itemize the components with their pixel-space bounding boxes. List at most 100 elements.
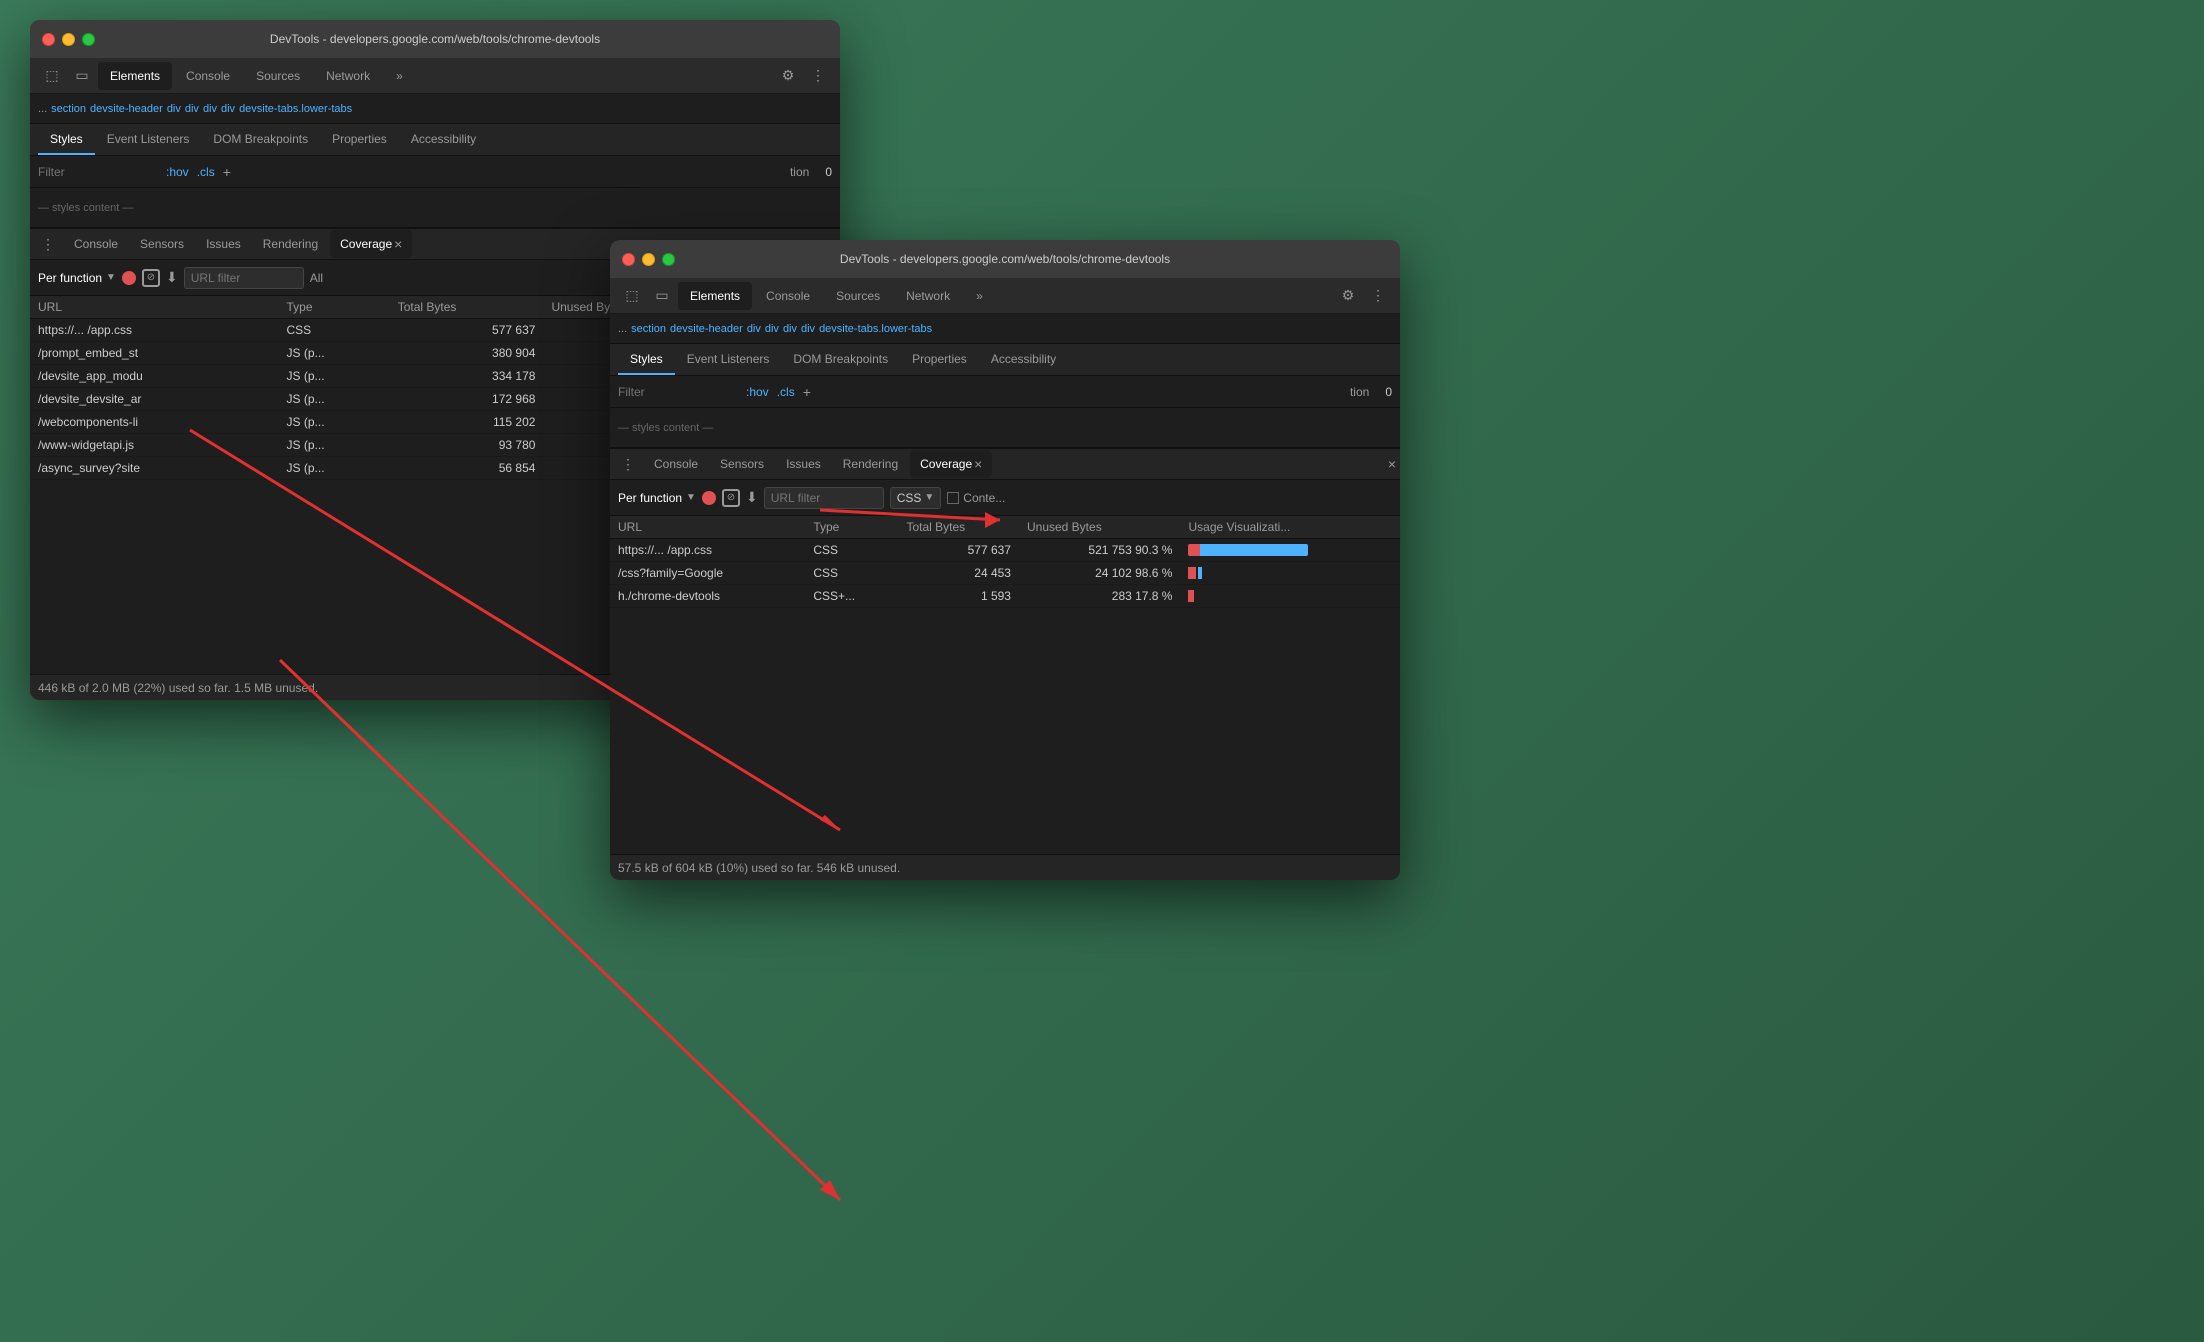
bc-div1-1[interactable]: div	[167, 103, 181, 115]
record-button-2[interactable]	[702, 491, 716, 505]
table-row[interactable]: h./chrome-devtools CSS+... 1 593 283 17.…	[610, 585, 1400, 608]
settings-icon-1[interactable]: ⚙	[774, 62, 802, 90]
sub-tab-styles-2[interactable]: Styles	[618, 345, 675, 375]
coverage-close-icon-2[interactable]: ×	[974, 456, 982, 472]
inspector-icon-2[interactable]: ⬚	[618, 282, 646, 310]
inspector-icon-1[interactable]: ⬚	[38, 62, 66, 90]
bottom-tab-rendering-1[interactable]: Rendering	[253, 230, 328, 258]
close-button-1[interactable]	[42, 33, 55, 46]
bc-div4-1[interactable]: div	[221, 103, 235, 115]
sub-tab-eventlisteners-1[interactable]: Event Listeners	[95, 125, 202, 155]
filter-input-2[interactable]	[618, 385, 738, 399]
block-button-2[interactable]: ⊘	[722, 489, 740, 507]
bc-devsite-header-2[interactable]: devsite-header	[670, 323, 743, 335]
tab-console-2[interactable]: Console	[754, 282, 822, 310]
table-row[interactable]: https://... /app.css CSS 577 637 521 753…	[610, 539, 1400, 562]
block-button-1[interactable]: ⊘	[142, 269, 160, 287]
bottom-tab-issues-2[interactable]: Issues	[776, 450, 831, 478]
per-function-button-1[interactable]: Per function ▼	[38, 271, 116, 285]
cls-button-2[interactable]: .cls	[777, 385, 795, 399]
sub-tab-accessibility-2[interactable]: Accessibility	[979, 345, 1068, 375]
sub-tab-bar-1: Styles Event Listeners DOM Breakpoints P…	[30, 124, 840, 156]
tab-more-1[interactable]: »	[384, 62, 415, 90]
tab-console-1[interactable]: Console	[174, 62, 242, 90]
col-type-2[interactable]: Type	[805, 516, 898, 539]
bc-div4-2[interactable]: div	[801, 323, 815, 335]
col-total-2[interactable]: Total Bytes	[898, 516, 1019, 539]
col-type-1[interactable]: Type	[279, 296, 390, 319]
url-filter-input-1[interactable]	[184, 267, 304, 289]
more-icon-2[interactable]: ⋮	[1364, 282, 1392, 310]
col-unused-2[interactable]: Unused Bytes	[1019, 516, 1181, 539]
sub-tab-accessibility-1[interactable]: Accessibility	[399, 125, 488, 155]
bc-div2-1[interactable]: div	[185, 103, 199, 115]
record-button-1[interactable]	[122, 271, 136, 285]
mobile-icon-2[interactable]: ▭	[648, 282, 676, 310]
hov-button-2[interactable]: :hov	[746, 385, 769, 399]
tab-network-2[interactable]: Network	[894, 282, 962, 310]
bottom-tab-sensors-2[interactable]: Sensors	[710, 450, 774, 478]
status-text-2: 57.5 kB of 604 kB (10%) used so far. 546…	[618, 861, 900, 875]
status-text-1: 446 kB of 2.0 MB (22%) used so far. 1.5 …	[38, 681, 318, 695]
close-button-2[interactable]	[622, 253, 635, 266]
bc-div3-2[interactable]: div	[783, 323, 797, 335]
bc-div1-2[interactable]: div	[747, 323, 761, 335]
tab-elements-1[interactable]: Elements	[98, 62, 172, 90]
sub-tab-eventlisteners-2[interactable]: Event Listeners	[675, 345, 782, 375]
bottom-tab-console-2[interactable]: Console	[644, 450, 708, 478]
mobile-icon-1[interactable]: ▭	[68, 62, 96, 90]
bc-devsite-tabs-1[interactable]: devsite-tabs.lower-tabs	[239, 103, 352, 115]
bottom-tab-console-1[interactable]: Console	[64, 230, 128, 258]
traffic-lights-2	[622, 253, 675, 266]
maximize-button-2[interactable]	[662, 253, 675, 266]
tab-network-1[interactable]: Network	[314, 62, 382, 90]
bc-devsite-header-1[interactable]: devsite-header	[90, 103, 163, 115]
bottom-tab-sensors-1[interactable]: Sensors	[130, 230, 194, 258]
tab-sources-1[interactable]: Sources	[244, 62, 312, 90]
filter-input-1[interactable]	[38, 165, 158, 179]
plus-button-2[interactable]: +	[803, 384, 811, 400]
hov-button-1[interactable]: :hov	[166, 165, 189, 179]
css-dropdown-2[interactable]: CSS ▼	[890, 487, 942, 509]
panel-close-icon-2[interactable]: ×	[1388, 456, 1396, 472]
table-row[interactable]: /css?family=Google CSS 24 453 24 102 98.…	[610, 562, 1400, 585]
col-usage-2[interactable]: Usage Visualizati...	[1180, 516, 1400, 539]
cls-button-1[interactable]: .cls	[197, 165, 215, 179]
content-checkbox-2[interactable]: Conte...	[947, 491, 1005, 505]
col-url-1[interactable]: URL	[30, 296, 279, 319]
sub-tab-properties-2[interactable]: Properties	[900, 345, 979, 375]
sub-tab-bar-2: Styles Event Listeners DOM Breakpoints P…	[610, 344, 1400, 376]
bc-section-2[interactable]: section	[631, 323, 666, 335]
tab-elements-2[interactable]: Elements	[678, 282, 752, 310]
bottom-tab-issues-1[interactable]: Issues	[196, 230, 251, 258]
tab-more-2[interactable]: »	[964, 282, 995, 310]
bc-section-1[interactable]: section	[51, 103, 86, 115]
col-url-2[interactable]: URL	[610, 516, 805, 539]
bc-div2-2[interactable]: div	[765, 323, 779, 335]
more-icon-1[interactable]: ⋮	[804, 62, 832, 90]
settings-icon-2[interactable]: ⚙	[1334, 282, 1362, 310]
content-cb-box-2[interactable]	[947, 492, 959, 504]
bottom-menu-icon-2[interactable]: ⋮	[614, 450, 642, 478]
sub-tab-dombreakpoints-2[interactable]: DOM Breakpoints	[781, 345, 900, 375]
bottom-tab-coverage-1[interactable]: Coverage ×	[330, 230, 412, 258]
url-filter-input-2[interactable]	[764, 487, 884, 509]
per-function-button-2[interactable]: Per function ▼	[618, 491, 696, 505]
minimize-button-1[interactable]	[62, 33, 75, 46]
sub-tab-styles-1[interactable]: Styles	[38, 125, 95, 155]
plus-button-1[interactable]: +	[223, 164, 231, 180]
download-button-1[interactable]: ⬇	[166, 269, 178, 286]
sub-tab-properties-1[interactable]: Properties	[320, 125, 399, 155]
download-button-2[interactable]: ⬇	[746, 489, 758, 506]
minimize-button-2[interactable]	[642, 253, 655, 266]
bc-devsite-tabs-2[interactable]: devsite-tabs.lower-tabs	[819, 323, 932, 335]
sub-tab-dombreakpoints-1[interactable]: DOM Breakpoints	[201, 125, 320, 155]
bottom-tab-coverage-2[interactable]: Coverage ×	[910, 450, 992, 478]
maximize-button-1[interactable]	[82, 33, 95, 46]
col-total-1[interactable]: Total Bytes	[390, 296, 544, 319]
bottom-tab-rendering-2[interactable]: Rendering	[833, 450, 908, 478]
bc-div3-1[interactable]: div	[203, 103, 217, 115]
tab-sources-2[interactable]: Sources	[824, 282, 892, 310]
coverage-close-icon-1[interactable]: ×	[394, 236, 402, 252]
bottom-menu-icon-1[interactable]: ⋮	[34, 230, 62, 258]
